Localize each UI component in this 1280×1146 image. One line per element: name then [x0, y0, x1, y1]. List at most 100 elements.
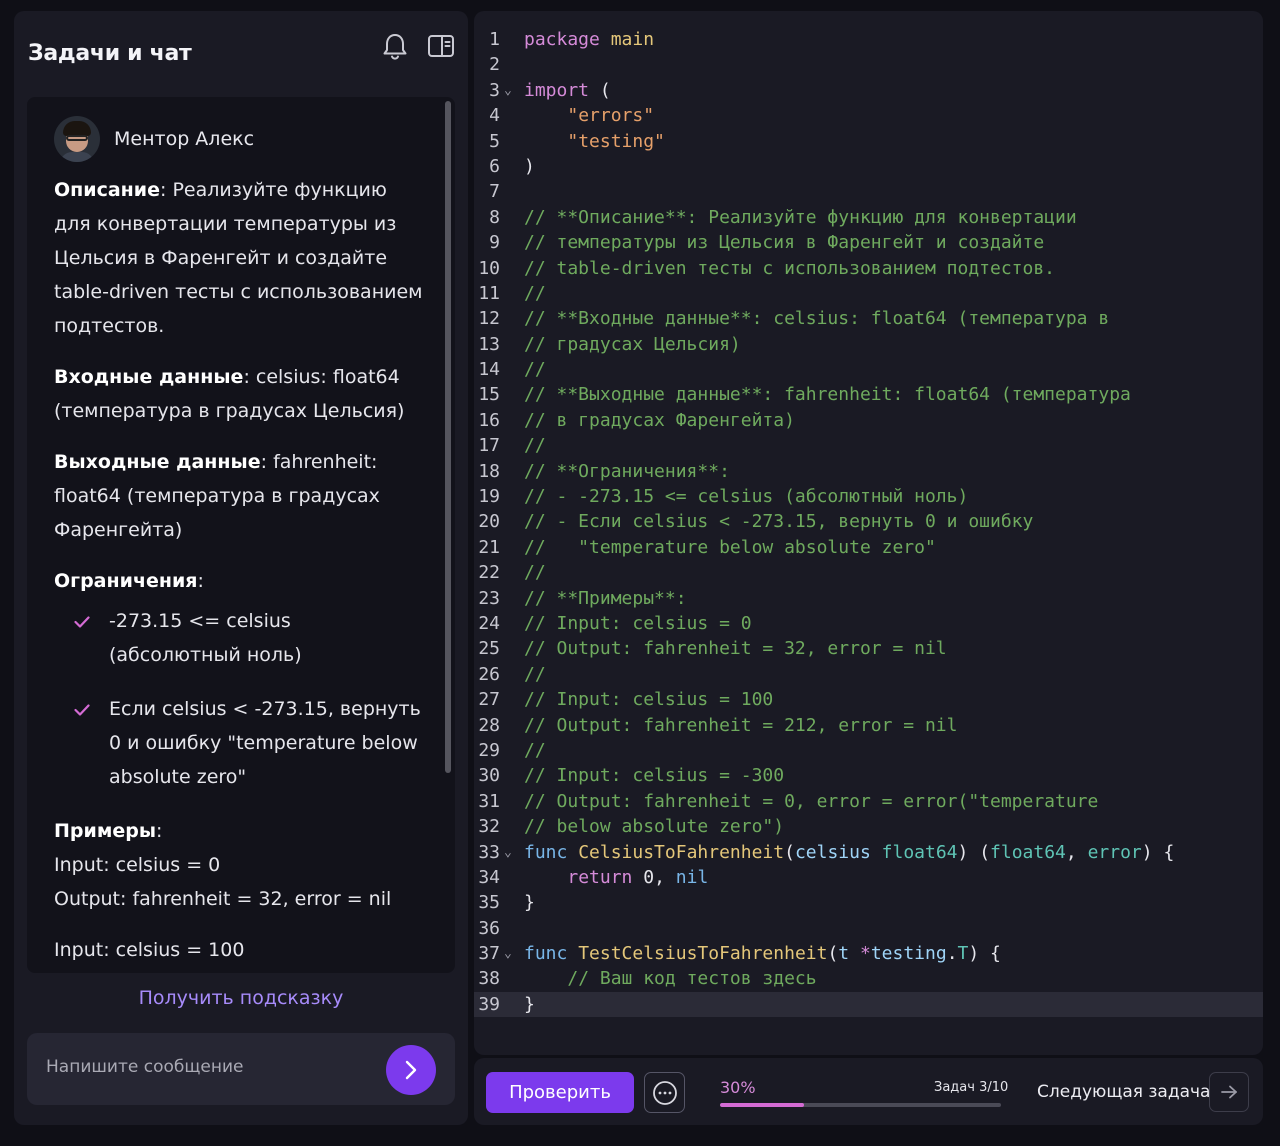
line-number: 1 [489, 29, 500, 50]
code-text: // Output: fahrenheit = 212, error = nil [524, 714, 958, 736]
code-line[interactable]: 39} [474, 991, 1263, 1018]
avatar [54, 116, 100, 162]
code-line[interactable]: 13 // градусах Цельсия) [474, 332, 1263, 357]
line-number: 9 [489, 232, 500, 254]
check-icon [54, 692, 109, 794]
code-line[interactable]: 35} [474, 890, 1263, 915]
mentor-name: Ментор Алекс [114, 128, 255, 150]
code-lines: 1 package main 2 3 ⌄ import (4 "errors" 5 "tes… [474, 27, 1263, 1018]
bell-icon[interactable] [380, 31, 410, 61]
code-text: import ( [524, 79, 611, 101]
examples-label: Примеры [54, 820, 157, 842]
code-text: } [524, 892, 535, 914]
line-number: 22 [478, 562, 500, 584]
line-number: 6 [489, 155, 500, 177]
constraints-colon: : [197, 570, 204, 592]
input-label: Входные данные [54, 366, 244, 388]
message-input[interactable] [46, 1057, 376, 1077]
line-number: 32 [478, 816, 500, 838]
code-line[interactable]: 31 // Output: fahrenheit = 0, error = err… [474, 789, 1263, 814]
line-number: 12 [478, 308, 500, 330]
message-composer [27, 1033, 455, 1105]
code-text: } [524, 993, 535, 1015]
code-line[interactable]: 2 [474, 52, 1263, 77]
fold-chevron-icon[interactable]: ⌄ [504, 840, 512, 865]
code-text: return 0, nil [567, 866, 709, 888]
code-line[interactable]: 4 "errors" [474, 103, 1263, 128]
send-button[interactable] [386, 1045, 436, 1095]
code-line[interactable]: 7 [474, 179, 1263, 204]
panel-toggle-icon[interactable] [426, 31, 456, 61]
code-line[interactable]: 33 ⌄ func CelsiusToFahrenheit(celsius floa… [474, 840, 1263, 865]
code-line[interactable]: 5 "testing" [474, 129, 1263, 154]
code-line[interactable]: 34 return 0, nil [474, 865, 1263, 890]
code-line[interactable]: 1 package main [474, 27, 1263, 52]
code-line[interactable]: 6) [474, 154, 1263, 179]
code-line[interactable]: 36 [474, 916, 1263, 941]
code-line[interactable]: 24 // Input: celsius = 0 [474, 611, 1263, 636]
arrow-right-icon [1221, 1085, 1237, 1099]
code-line[interactable]: 32 // below absolute zero") [474, 814, 1263, 839]
next-task-link[interactable]: Следующая задача [1037, 1082, 1210, 1102]
code-line[interactable]: 20 // - Если celsius < -273.15, вернуть 0… [474, 509, 1263, 534]
code-line[interactable]: 17 // [474, 433, 1263, 458]
line-number: 17 [478, 435, 500, 457]
code-line[interactable]: 12 // **Входные данные**: celsius: float6… [474, 306, 1263, 331]
code-line[interactable]: 27 // Input: celsius = 100 [474, 687, 1263, 712]
code-line[interactable]: 8 // **Описание**: Реализуйте функцию для… [474, 205, 1263, 230]
chat-bubble-dots-icon[interactable] [644, 1072, 685, 1113]
line-number: 20 [478, 511, 500, 533]
check-button[interactable]: Проверить [486, 1072, 634, 1113]
code-line[interactable]: 22 // [474, 560, 1263, 585]
code-line[interactable]: 29 // [474, 738, 1263, 763]
tasks-chat-panel: Задачи и чат Ментор Алекс Описание: Реал… [14, 11, 468, 1125]
code-text: // Input: celsius = -300 [524, 765, 785, 787]
code-line[interactable]: 21 // "temperature below absolute zero" [474, 535, 1263, 560]
code-text: // [524, 663, 546, 685]
examples-heading: Примеры: [54, 814, 427, 848]
task-input: Входные данные: celsius: float64 (темпер… [54, 360, 427, 428]
line-number: 29 [478, 739, 500, 761]
next-task-button[interactable] [1209, 1072, 1249, 1112]
code-line[interactable]: 25 // Output: fahrenheit = 32, error = ni… [474, 636, 1263, 661]
chat-message-area[interactable]: Ментор Алекс Описание: Реализуйте функци… [27, 97, 455, 973]
task-output: Выходные данные: fahrenheit: float64 (те… [54, 445, 427, 547]
code-line[interactable]: 10 // table-driven тесты с использованием… [474, 256, 1263, 281]
code-line[interactable]: 18 // **Ограничения**: [474, 459, 1263, 484]
line-number: 35 [478, 892, 500, 914]
chat-scrollbar[interactable] [445, 101, 451, 773]
code-line[interactable]: 23 // **Примеры**: [474, 586, 1263, 611]
code-line[interactable]: 28 // Output: fahrenheit = 212, error = n… [474, 713, 1263, 738]
code-text: // - Если celsius < -273.15, вернуть 0 и… [524, 511, 1034, 533]
line-number: 5 [489, 130, 500, 152]
code-line[interactable]: 15 // **Выходные данные**: fahrenheit: fl… [474, 382, 1263, 407]
code-text: // градусах Цельсия) [524, 333, 741, 355]
code-text: // Input: celsius = 0 [524, 612, 752, 634]
code-line[interactable]: 9 // температуры из Цельсия в Фаренгейт и… [474, 230, 1263, 255]
code-line[interactable]: 30 // Input: celsius = -300 [474, 763, 1263, 788]
description-text: : Реализуйте функцию для конвертации тем… [54, 179, 423, 337]
line-number: 33 [478, 841, 500, 863]
line-number: 18 [478, 460, 500, 482]
code-line[interactable]: 26 // [474, 662, 1263, 687]
constraints-heading: Ограничения: [54, 564, 427, 598]
code-text: // Input: celsius = 100 [524, 689, 774, 711]
fold-chevron-icon[interactable]: ⌄ [504, 941, 512, 966]
code-editor[interactable]: 1 package main 2 3 ⌄ import (4 "errors" 5 "tes… [474, 11, 1263, 1055]
code-line[interactable]: 37 ⌄ func TestCelsiusToFahrenheit(t *testi… [474, 941, 1263, 966]
fold-chevron-icon[interactable]: ⌄ [504, 78, 512, 103]
code-text: // [524, 359, 546, 381]
code-line[interactable]: 38 // Ваш код тестов здесь [474, 966, 1263, 991]
code-text: // Ваш код тестов здесь [567, 968, 817, 990]
line-number: 24 [478, 612, 500, 634]
code-line[interactable]: 16 // в градусах Фаренгейта) [474, 408, 1263, 433]
code-text: // [524, 435, 546, 457]
code-line[interactable]: 11 // [474, 281, 1263, 306]
code-line[interactable]: 19 // - -273.15 <= celsius (абсолютный но… [474, 484, 1263, 509]
code-line[interactable]: 14 // [474, 357, 1263, 382]
list-item: -273.15 <= celsius (абсолютный ноль) [54, 604, 427, 672]
get-hint-button[interactable]: Получить подсказку [14, 987, 468, 1009]
line-number: 8 [489, 206, 500, 228]
code-text: // "temperature below absolute zero" [524, 536, 936, 558]
code-line[interactable]: 3 ⌄ import ( [474, 78, 1263, 103]
